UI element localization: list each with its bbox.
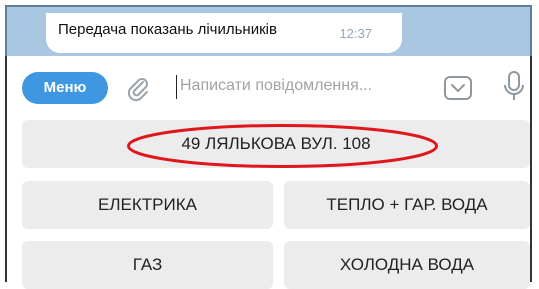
address-button-label: 49 ЛЯЛЬКОВА ВУЛ. 108 bbox=[181, 134, 371, 153]
menu-button[interactable]: Меню bbox=[22, 72, 108, 104]
heating-hot-water-button[interactable]: ТЕПЛО + ГАР. ВОДА bbox=[284, 181, 530, 229]
microphone-icon[interactable] bbox=[502, 70, 526, 102]
message-time: 12:37 bbox=[339, 26, 372, 41]
gas-button-label: ГАЗ bbox=[132, 255, 163, 274]
message-bubble[interactable]: Передача показань лічильників 12:37 bbox=[46, 13, 402, 53]
paperclip-icon[interactable] bbox=[125, 74, 151, 102]
message-input[interactable]: Написати повідомлення... bbox=[180, 77, 372, 95]
text-cursor bbox=[176, 75, 177, 99]
electricity-button-label: ЕЛЕКТРИКА bbox=[98, 195, 197, 214]
reply-keyboard: 49 ЛЯЛЬКОВА ВУЛ. 108 ЕЛЕКТРИКА ТЕПЛО + Г… bbox=[5, 111, 532, 289]
keyboard-toggle-icon[interactable] bbox=[444, 76, 472, 100]
compose-bar: Меню Написати повідомлення... bbox=[5, 56, 532, 111]
heating-hot-water-button-label: ТЕПЛО + ГАР. ВОДА bbox=[326, 195, 488, 214]
cold-water-button-label: ХОЛОДНА ВОДА bbox=[339, 255, 475, 274]
address-button[interactable]: 49 ЛЯЛЬКОВА ВУЛ. 108 bbox=[22, 120, 530, 168]
chat-area: Передача показань лічильників 12:37 bbox=[5, 5, 532, 56]
message-text: Передача показань лічильників bbox=[58, 21, 277, 38]
electricity-button[interactable]: ЕЛЕКТРИКА bbox=[22, 181, 273, 229]
